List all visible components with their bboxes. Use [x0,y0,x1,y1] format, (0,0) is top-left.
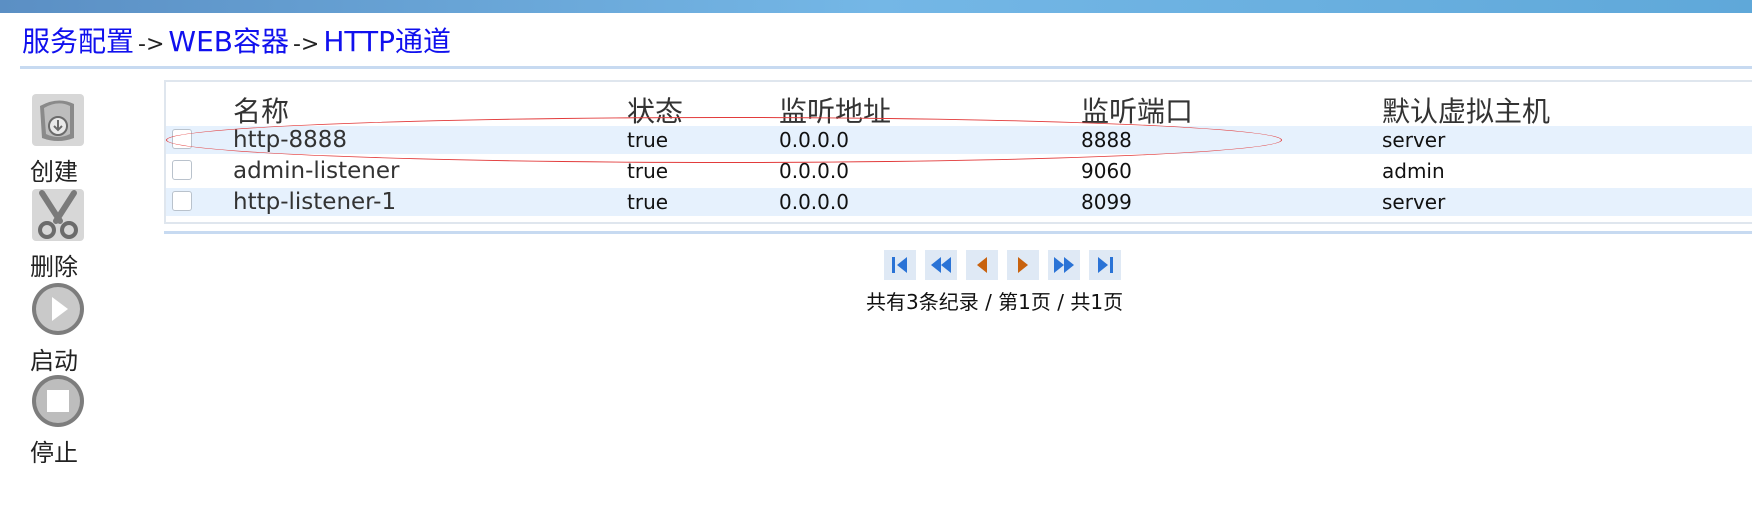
prev-fast-icon [931,257,951,273]
cell-port: 8888 [1081,128,1132,152]
create-button[interactable]: 创建 [30,92,90,187]
cell-name[interactable]: http-8888 [233,126,347,154]
column-header-port[interactable]: 监听端口 [1081,90,1193,130]
table-row[interactable]: http-listener-1 true 0.0.0.0 8099 server [166,188,1752,216]
next-page-button[interactable] [1007,250,1039,280]
cell-address: 0.0.0.0 [779,190,849,214]
play-icon [32,283,84,335]
breadcrumb-separator: -> [138,32,165,57]
table-row[interactable]: http-8888 true 0.0.0.0 8888 server [166,126,1752,154]
breadcrumb-separator: -> [292,32,320,57]
listener-table: 名称 状态 监听地址 监听端口 默认虚拟主机 http-8888 true 0.… [164,80,1752,224]
first-page-icon [892,257,907,273]
next-page-icon [1018,257,1028,273]
cell-status: true [627,190,669,214]
row-checkbox[interactable] [172,160,192,180]
cell-status: true [627,159,669,183]
header-divider [20,66,1752,69]
prev-page-icon [977,257,987,273]
column-header-name[interactable]: 名称 [233,90,289,130]
breadcrumb-web-container[interactable]: WEB容器 [168,20,289,60]
next-fast-icon [1054,257,1074,273]
breadcrumb-http-channel[interactable]: HTTP通道 [323,20,451,60]
first-page-button[interactable] [884,250,916,280]
stop-button[interactable]: 停止 [30,373,90,468]
cell-vhost: server [1382,190,1446,214]
top-banner [0,0,1752,13]
start-label: 启动 [30,347,78,375]
cell-vhost: admin [1382,159,1445,183]
last-page-button[interactable] [1089,250,1121,280]
cell-name[interactable]: http-listener-1 [233,188,396,216]
table-row[interactable]: admin-listener true 0.0.0.0 9060 admin [166,157,1752,185]
cell-status: true [627,128,669,152]
breadcrumb-service-config[interactable]: 服务配置 [22,20,134,60]
column-header-address[interactable]: 监听地址 [779,90,891,130]
breadcrumb: 服务配置 -> WEB容器 -> HTTP通道 [22,20,451,58]
last-page-icon [1098,257,1113,273]
pagination-controls [884,250,1121,280]
pagination-info: 共有3条纪录 / 第1页 / 共1页 [866,290,1124,314]
column-header-status[interactable]: 状态 [627,90,683,130]
prev-page-button[interactable] [966,250,998,280]
cell-port: 8099 [1081,190,1132,214]
row-checkbox[interactable] [172,129,192,149]
next-fast-button[interactable] [1048,250,1080,280]
cell-name[interactable]: admin-listener [233,157,399,185]
row-checkbox[interactable] [172,191,192,211]
column-header-vhost[interactable]: 默认虚拟主机 [1382,90,1550,130]
table-bottom-divider [164,231,1752,234]
stop-label: 停止 [30,439,78,467]
create-label: 创建 [30,158,78,186]
stop-icon [32,375,84,427]
create-icon [32,94,84,146]
scissors-icon [32,189,84,241]
delete-label: 删除 [30,253,78,281]
cell-address: 0.0.0.0 [779,159,849,183]
cell-address: 0.0.0.0 [779,128,849,152]
start-button[interactable]: 启动 [30,281,90,376]
cell-vhost: server [1382,128,1446,152]
delete-button[interactable]: 删除 [30,187,90,282]
cell-port: 9060 [1081,159,1132,183]
prev-fast-button[interactable] [925,250,957,280]
